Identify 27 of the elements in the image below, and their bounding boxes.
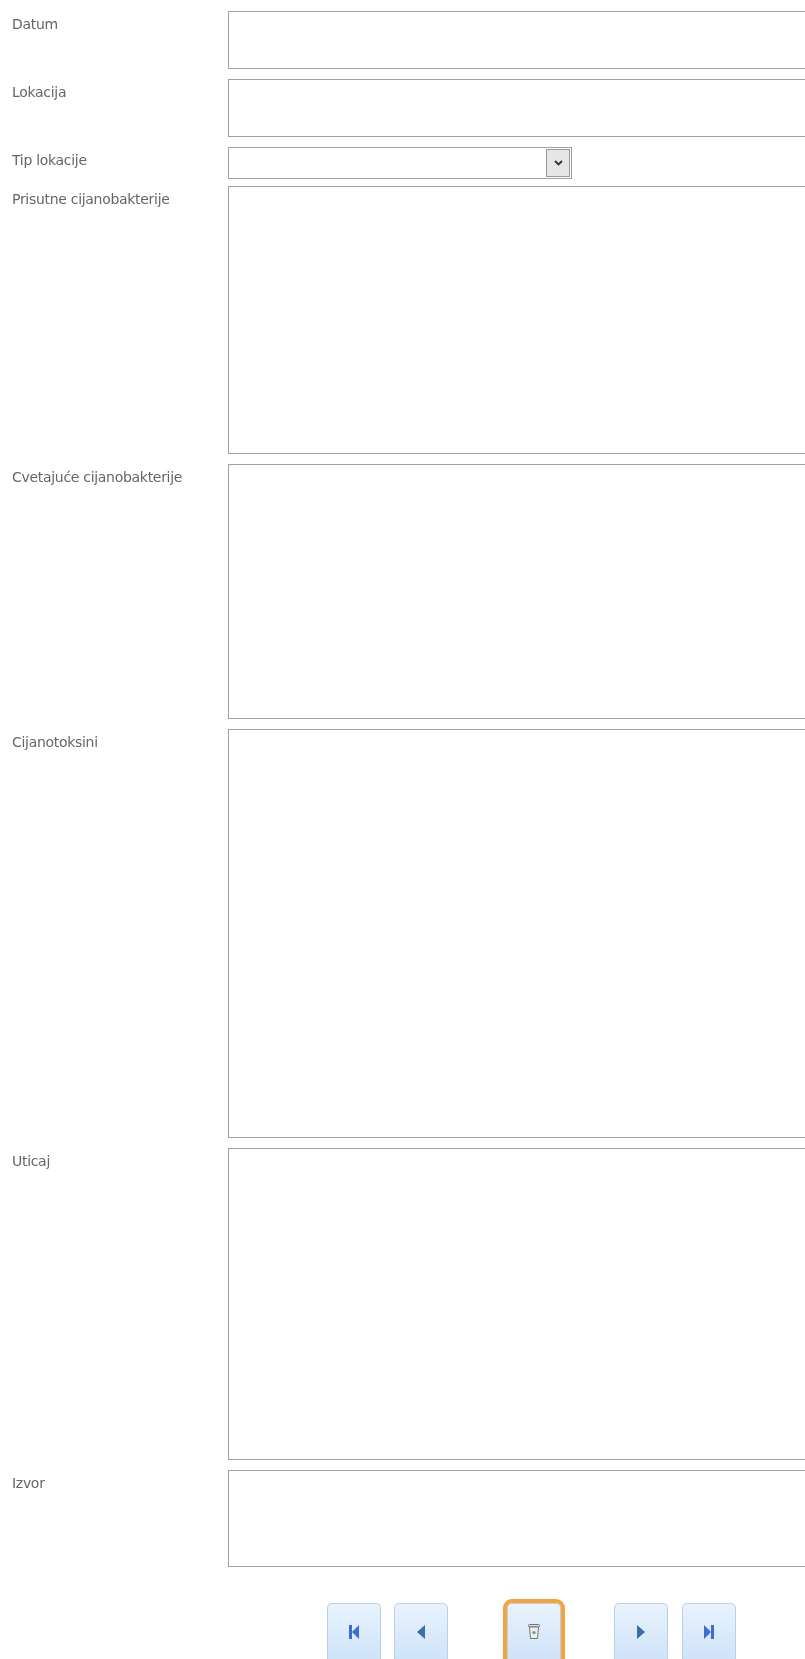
last-record-icon bbox=[704, 1624, 714, 1639]
field-label: Lokacija bbox=[11, 83, 68, 101]
field-label: Datum bbox=[11, 15, 59, 33]
field-label: Prisutne cijanobakterije bbox=[11, 190, 171, 208]
field-label: Cijanotoksini bbox=[11, 733, 99, 751]
field-label: Uticaj bbox=[11, 1152, 51, 1170]
field-label: Izvor bbox=[11, 1474, 46, 1492]
text-field[interactable] bbox=[228, 79, 805, 137]
text-field[interactable] bbox=[228, 11, 805, 69]
last-record-button[interactable] bbox=[682, 1603, 736, 1659]
next-record-button[interactable] bbox=[614, 1603, 668, 1659]
prev-record-button[interactable] bbox=[394, 1603, 448, 1659]
first-record-button[interactable] bbox=[327, 1603, 381, 1659]
memo-field[interactable] bbox=[228, 1148, 805, 1460]
first-record-icon bbox=[349, 1624, 359, 1639]
field-label: Cvetajuće cijanobakterije bbox=[11, 468, 184, 486]
chevron-down-icon bbox=[553, 160, 563, 166]
dropdown-field[interactable] bbox=[228, 147, 572, 179]
field-label: Tip lokacije bbox=[11, 151, 88, 169]
memo-field[interactable] bbox=[228, 464, 805, 719]
next-arrow-icon bbox=[637, 1624, 645, 1639]
memo-field[interactable] bbox=[228, 186, 805, 454]
memo-field[interactable] bbox=[228, 1470, 805, 1567]
memo-field[interactable] bbox=[228, 729, 805, 1138]
dropdown-button[interactable] bbox=[546, 149, 570, 177]
trash-bin-icon bbox=[528, 1624, 540, 1639]
previous-arrow-icon bbox=[417, 1624, 425, 1639]
